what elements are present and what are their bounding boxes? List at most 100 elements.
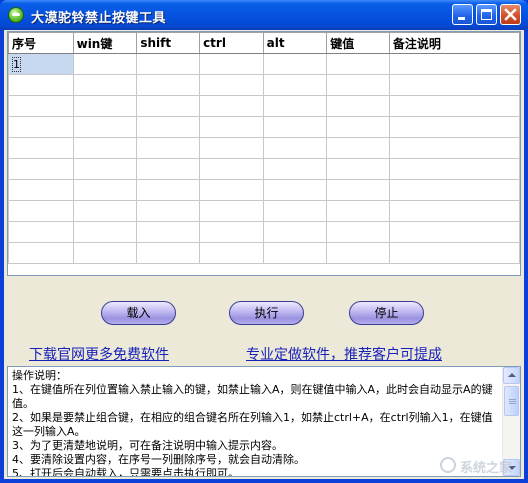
cell-shift[interactable] [136, 95, 201, 117]
cell-index[interactable]: 1 [8, 53, 74, 75]
cell-win[interactable] [72, 221, 138, 243]
cell-keyvalue[interactable] [326, 200, 390, 222]
maximize-icon [481, 9, 492, 20]
column-header-note[interactable]: 备注说明 [388, 32, 520, 54]
custom-software-link[interactable]: 专业定做软件，推荐客户可提成 [246, 344, 442, 364]
cell-shift[interactable] [136, 179, 201, 201]
scroll-up-button[interactable] [503, 367, 520, 384]
cell-index[interactable] [8, 95, 74, 117]
app-icon[interactable] [8, 7, 24, 23]
download-link[interactable]: 下载官网更多免费软件 [29, 344, 169, 364]
cell-ctrl[interactable] [199, 95, 264, 117]
cell-alt[interactable] [262, 200, 328, 222]
cell-note[interactable] [388, 158, 520, 180]
cell-keyvalue[interactable] [326, 221, 390, 243]
cell-keyvalue[interactable] [326, 53, 390, 75]
cell-win[interactable] [72, 95, 138, 117]
cell-win[interactable] [72, 200, 138, 222]
cell-shift[interactable] [136, 221, 201, 243]
cell-alt[interactable] [262, 242, 328, 264]
cell-shift[interactable] [136, 200, 201, 222]
cell-ctrl[interactable] [199, 242, 264, 264]
cell-shift[interactable] [136, 242, 201, 264]
cell-note[interactable] [388, 242, 520, 264]
cell-ctrl[interactable] [199, 116, 264, 138]
cell-shift[interactable] [136, 74, 201, 96]
cell-shift[interactable] [136, 53, 201, 75]
cell-alt[interactable] [262, 53, 328, 75]
grip-icon [509, 399, 516, 400]
cell-index[interactable] [8, 116, 74, 138]
cell-keyvalue[interactable] [326, 179, 390, 201]
column-header-shift[interactable]: shift [136, 32, 201, 54]
cell-alt[interactable] [262, 158, 328, 180]
table-row [8, 95, 520, 117]
cell-ctrl[interactable] [199, 137, 264, 159]
stop-button[interactable]: 停止 [349, 301, 424, 325]
maximize-button[interactable] [476, 4, 497, 25]
cell-keyvalue[interactable] [326, 95, 390, 117]
column-header-keyvalue[interactable]: 键值 [326, 32, 390, 54]
cell-index[interactable] [8, 158, 74, 180]
cell-win[interactable] [72, 53, 138, 75]
cell-win[interactable] [72, 137, 138, 159]
cell-alt[interactable] [262, 179, 328, 201]
close-icon [504, 8, 517, 21]
close-button[interactable] [500, 4, 521, 25]
cell-note[interactable] [388, 179, 520, 201]
table-row [8, 200, 520, 222]
column-header-ctrl[interactable]: ctrl [199, 32, 264, 54]
cell-win[interactable] [72, 116, 138, 138]
cell-ctrl[interactable] [199, 179, 264, 201]
title-bar[interactable]: 大漠驼铃禁止按键工具 [0, 0, 528, 30]
cell-index[interactable] [8, 179, 74, 201]
column-header-alt[interactable]: alt [262, 32, 328, 54]
cell-note[interactable] [388, 221, 520, 243]
arrow-up-icon [508, 373, 516, 377]
cell-win[interactable] [72, 242, 138, 264]
key-grid[interactable]: 序号 win键 shift ctrl alt 键值 备注说明 1 [7, 31, 521, 276]
cell-win[interactable] [72, 158, 138, 180]
cell-index[interactable] [8, 74, 74, 96]
cell-ctrl[interactable] [199, 221, 264, 243]
cell-index[interactable] [8, 200, 74, 222]
load-button[interactable]: 载入 [101, 301, 176, 325]
cell-ctrl[interactable] [199, 200, 264, 222]
cell-shift[interactable] [136, 116, 201, 138]
table-row: 1 [8, 53, 520, 75]
cell-note[interactable] [388, 53, 520, 75]
cell-alt[interactable] [262, 95, 328, 117]
scroll-thumb[interactable] [504, 386, 519, 416]
cell-note[interactable] [388, 137, 520, 159]
column-header-win[interactable]: win键 [72, 32, 138, 54]
cell-alt[interactable] [262, 116, 328, 138]
minimize-icon [458, 17, 465, 20]
cell-index[interactable] [8, 242, 74, 264]
cell-shift[interactable] [136, 137, 201, 159]
cell-note[interactable] [388, 116, 520, 138]
table-row [8, 137, 520, 159]
cell-alt[interactable] [262, 74, 328, 96]
cell-win[interactable] [72, 179, 138, 201]
minimize-button[interactable] [452, 4, 473, 25]
cell-shift[interactable] [136, 158, 201, 180]
table-row [8, 242, 520, 264]
cell-note[interactable] [388, 95, 520, 117]
cell-ctrl[interactable] [199, 53, 264, 75]
cell-index[interactable] [8, 221, 74, 243]
cell-keyvalue[interactable] [326, 158, 390, 180]
cell-note[interactable] [388, 74, 520, 96]
cell-keyvalue[interactable] [326, 137, 390, 159]
cell-keyvalue[interactable] [326, 74, 390, 96]
cell-ctrl[interactable] [199, 158, 264, 180]
column-header-index[interactable]: 序号 [8, 32, 74, 54]
cell-win[interactable] [72, 74, 138, 96]
cell-note[interactable] [388, 200, 520, 222]
cell-alt[interactable] [262, 137, 328, 159]
cell-keyvalue[interactable] [326, 116, 390, 138]
run-button[interactable]: 执行 [229, 301, 304, 325]
cell-ctrl[interactable] [199, 74, 264, 96]
cell-keyvalue[interactable] [326, 242, 390, 264]
cell-alt[interactable] [262, 221, 328, 243]
cell-index[interactable] [8, 137, 74, 159]
